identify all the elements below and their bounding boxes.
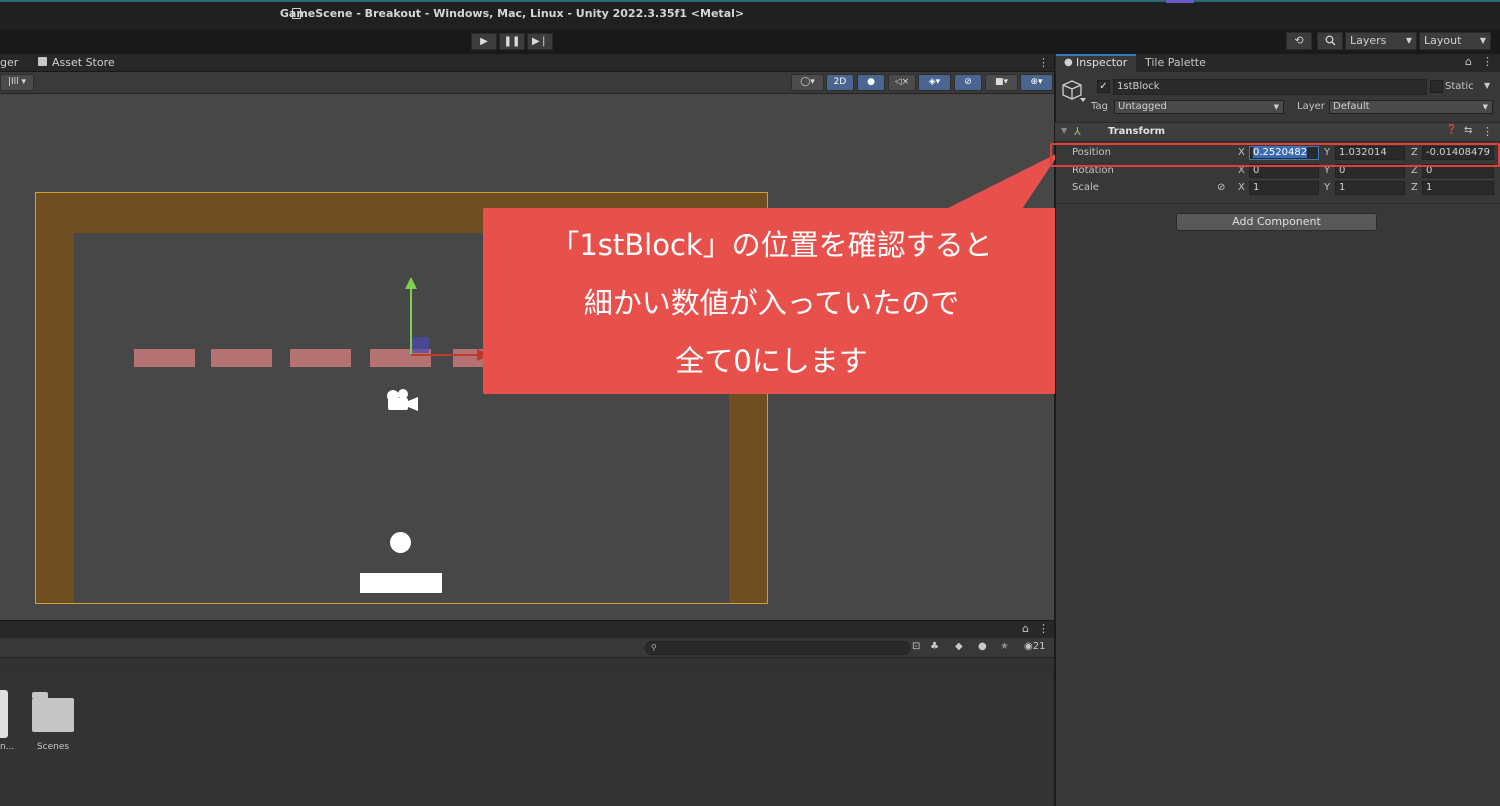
scale-x-axis[interactable]: X	[1238, 182, 1245, 193]
preset-icon[interactable]: ⇆	[1464, 125, 1472, 136]
constrain-proportions-icon[interactable]: ⊘	[1217, 182, 1225, 193]
lock-icon[interactable]: ⌂	[1465, 55, 1472, 68]
asset-file-icon[interactable]	[0, 690, 8, 738]
project-asset-grid	[0, 676, 1054, 806]
add-component-button[interactable]: Add Component	[1176, 213, 1377, 231]
tag-label: Tag	[1091, 101, 1108, 112]
chevron-down-icon: ▼	[1273, 103, 1279, 111]
scale-x-field[interactable]: 1	[1249, 181, 1319, 195]
warning-icon[interactable]: ●	[978, 641, 987, 652]
search-icon: ⚲	[651, 643, 657, 652]
callout-line-1: 「1stBlock」の位置を確認すると	[550, 228, 993, 262]
callout-line-3: 全て0にします	[675, 344, 868, 378]
gameobject-cube-icon	[1062, 80, 1086, 102]
callout-line-2: 細かい数値が入っていたので	[583, 286, 960, 320]
object-name-field[interactable]: 1stBlock	[1113, 79, 1427, 95]
transform-title: Transform	[1108, 126, 1166, 137]
project-breadcrumb-bar	[0, 658, 1054, 676]
tag-dropdown[interactable]: Untagged ▼	[1114, 100, 1284, 114]
tag-value: Untagged	[1118, 101, 1167, 112]
filter-by-type-icon[interactable]: ⊡	[912, 641, 920, 652]
more-options-icon[interactable]: ⋮	[1482, 125, 1493, 138]
layer-value: Default	[1333, 101, 1370, 112]
tag-icon[interactable]: ◆	[955, 641, 963, 652]
scale-y-field[interactable]: 1	[1335, 181, 1405, 195]
divider	[1055, 203, 1500, 204]
instruction-callout: 「1stBlock」の位置を確認すると 細かい数値が入っていたので 全て0にしま…	[483, 208, 1060, 394]
eye-icon: ◉	[1024, 641, 1033, 652]
scale-label: Scale	[1072, 182, 1099, 193]
transform-icon: ⅄	[1074, 125, 1081, 138]
more-options-icon[interactable]: ⋮	[1482, 55, 1493, 68]
scale-z-field[interactable]: 1	[1422, 181, 1494, 195]
static-checkbox[interactable]	[1430, 80, 1443, 93]
more-options-icon[interactable]: ⋮	[1038, 622, 1049, 635]
asset-label: n...	[0, 742, 15, 752]
hidden-count-label: 21	[1032, 641, 1046, 652]
scale-y-axis[interactable]: Y	[1324, 182, 1330, 193]
active-checkbox[interactable]: ✓	[1097, 80, 1110, 93]
chevron-down-icon: ▼	[1482, 103, 1488, 111]
foldout-arrow-icon[interactable]: ▼	[1061, 126, 1067, 135]
inspector-tab-label: Inspector	[1076, 56, 1128, 69]
scenes-folder-label: Scenes	[36, 742, 70, 752]
lock-icon[interactable]: ⌂	[1022, 622, 1029, 635]
help-icon[interactable]: ❓	[1446, 125, 1457, 135]
folder-icon	[32, 698, 74, 732]
scenes-folder[interactable]	[32, 692, 74, 732]
position-highlight-box	[1050, 143, 1500, 167]
chevron-down-icon[interactable]: ▼	[1484, 81, 1490, 90]
project-search-input[interactable]: ⚲	[645, 641, 910, 655]
tab-tile-palette[interactable]: Tile Palette	[1145, 56, 1206, 69]
static-label: Static	[1445, 81, 1474, 92]
scale-z-axis[interactable]: Z	[1411, 182, 1418, 193]
filter-by-label-icon[interactable]: ♣	[930, 641, 939, 652]
layer-dropdown[interactable]: Default ▼	[1329, 100, 1493, 114]
favorite-star-icon[interactable]: ★	[1000, 641, 1009, 652]
project-panel-header	[0, 620, 1054, 638]
info-icon: ●	[1064, 57, 1073, 68]
hidden-count[interactable]: ◉21	[1024, 641, 1045, 652]
layer-label: Layer	[1297, 101, 1325, 112]
